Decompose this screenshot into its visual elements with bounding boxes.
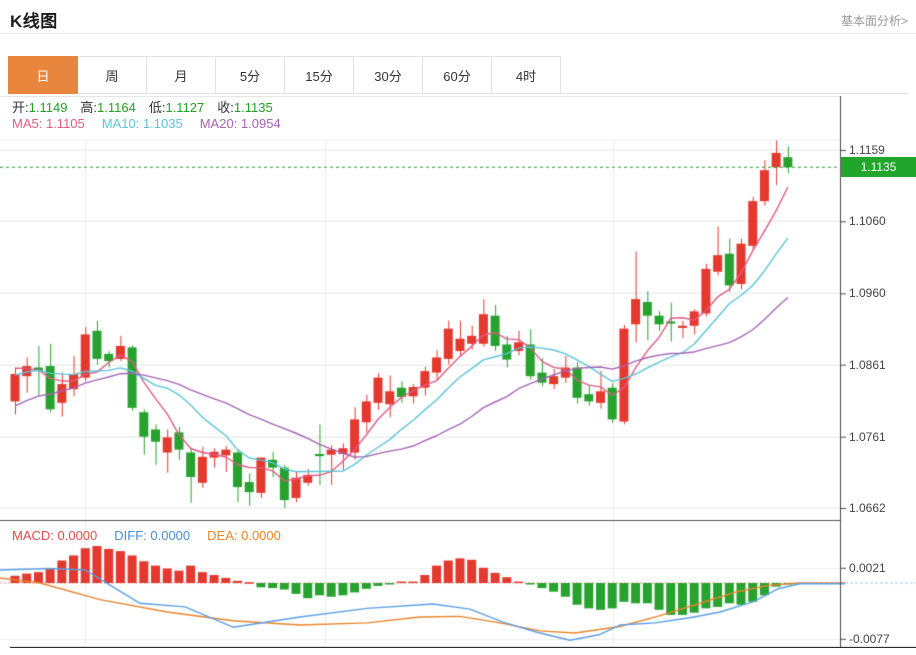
price-axis-label: 1.0662 [849, 501, 886, 515]
tab-30分[interactable]: 30分 [353, 56, 423, 94]
macd-axis-label: -0.0077 [849, 632, 890, 646]
ma-legend: MA5: 1.1105 MA10: 1.1035 MA20: 1.0954 [12, 116, 298, 131]
tab-5分[interactable]: 5分 [215, 56, 285, 94]
kline-page: { "header": {"title": "K线图", "link": "基本… [0, 0, 916, 655]
ohlc-legend: 开:1.1149 高:1.1164 低:1.1127 收:1.1135 [12, 97, 286, 116]
price-axis-label: 1.1060 [849, 214, 886, 228]
macd-axis-label: 0.0021 [849, 561, 886, 575]
current-price-badge: 1.1135 [841, 157, 916, 177]
tab-4时[interactable]: 4时 [491, 56, 561, 94]
legend-item: DEA: 0.0000 [207, 528, 281, 543]
macd-legend: MACD: 0.0000 DIFF: 0.0000 DEA: 0.0000 [12, 528, 298, 543]
page-title: K线图 [10, 12, 58, 31]
tab-周[interactable]: 周 [77, 56, 147, 94]
price-axis-label: 1.1159 [849, 143, 885, 157]
legend-item: MA10: 1.1035 [101, 116, 183, 131]
legend-item: 收:1.1135 [217, 100, 273, 115]
tab-15分[interactable]: 15分 [284, 56, 354, 94]
legend-item: MA5: 1.1105 [12, 116, 85, 131]
tabbar-underline [8, 93, 908, 94]
price-axis-label: 1.0861 [849, 358, 886, 372]
kline-chart-canvas[interactable] [0, 96, 916, 648]
header-divider [0, 33, 916, 34]
tab-60分[interactable]: 60分 [422, 56, 492, 94]
fundamental-analysis-link[interactable]: 基本面分析> [841, 12, 908, 29]
legend-item: DIFF: 0.0000 [114, 528, 191, 543]
tab-月[interactable]: 月 [146, 56, 216, 94]
interval-tabbar: 日周月 5分 15分 30分 60分 4时 [8, 56, 561, 94]
legend-item: MA20: 1.0954 [199, 116, 281, 131]
legend-item: MACD: 0.0000 [12, 528, 98, 543]
legend-item: 低:1.1127 [148, 100, 205, 115]
tab-日[interactable]: 日 [8, 56, 78, 94]
price-axis-label: 1.0761 [849, 430, 886, 444]
legend-item: 高:1.1164 [80, 100, 136, 115]
price-axis-label: 1.0960 [849, 286, 886, 300]
legend-item: 开:1.1149 [12, 100, 68, 115]
